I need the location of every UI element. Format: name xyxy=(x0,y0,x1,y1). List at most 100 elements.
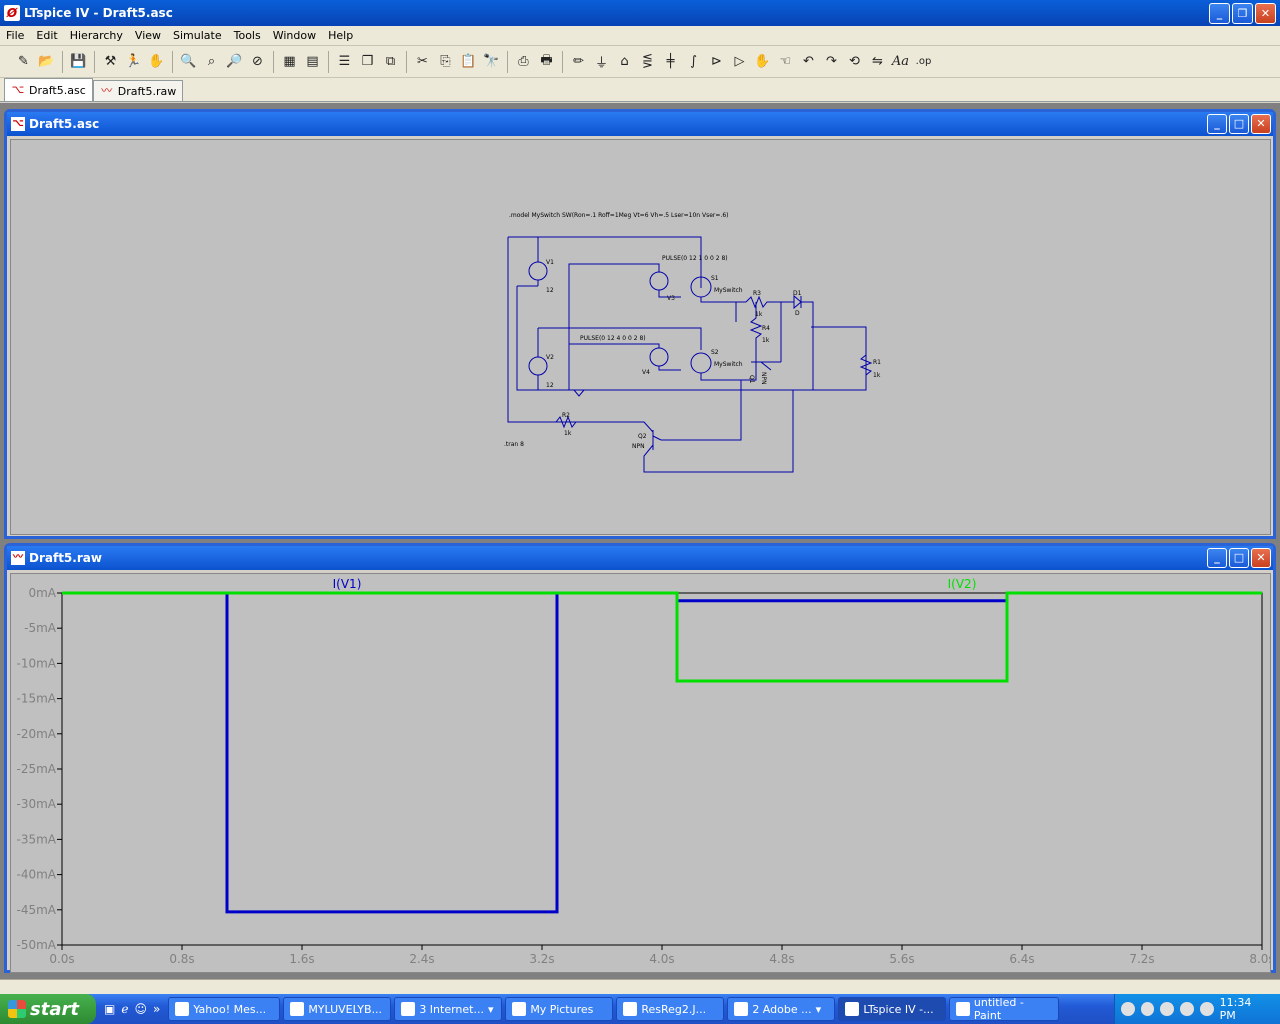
schematic-window: ⌥ Draft5.asc _ □ ✕ .model MySwitch SW(Ro… xyxy=(4,109,1276,539)
mail-icon[interactable] xyxy=(1180,1002,1194,1016)
start-button[interactable]: start xyxy=(0,994,96,1024)
run-icon[interactable]: 🏃 xyxy=(122,50,145,73)
menu-simulate[interactable]: Simulate xyxy=(167,29,228,42)
menu-file[interactable]: File xyxy=(0,29,30,42)
copy-icon[interactable]: ⎘ xyxy=(434,50,457,73)
menu-window[interactable]: Window xyxy=(267,29,322,42)
mirror-icon[interactable]: ⇋ xyxy=(866,50,889,73)
zoom-pan-icon[interactable]: ⌕ xyxy=(200,50,223,73)
zoom-cancel-icon[interactable]: ⊘ xyxy=(246,50,269,73)
task-button[interactable]: Yahoo! Mes... xyxy=(168,997,281,1021)
capacitor-icon[interactable]: ╪ xyxy=(659,50,682,73)
waveform-maximize-button[interactable]: □ xyxy=(1229,548,1249,568)
y-tick-label: -40mA xyxy=(17,868,57,882)
rotate-icon[interactable]: ⟲ xyxy=(843,50,866,73)
y-tick-label: -50mA xyxy=(17,938,57,952)
zoom-out-icon[interactable]: 🔎 xyxy=(223,50,246,73)
y-tick-label: 0mA xyxy=(28,586,56,600)
inductor-icon[interactable]: ∫ xyxy=(682,50,705,73)
pulse1-label: PULSE(0 12 1 0 0 2 8) xyxy=(662,255,728,262)
desktop-icon[interactable]: ▣ xyxy=(104,1002,115,1016)
print-setup-icon[interactable]: ⎙ xyxy=(512,50,535,73)
tran-directive[interactable]: .tran 8 xyxy=(504,441,524,448)
waveform-plot-area[interactable]: 0mA -5mA -10mA -15mA -20mA -25mA -30mA -35mA -40… xyxy=(10,573,1275,973)
waveform-icon: 〰 xyxy=(11,551,25,565)
save-icon[interactable]: 💾 xyxy=(67,50,90,73)
new-schematic-icon[interactable]: ✎ xyxy=(12,50,35,73)
zoom-in-icon[interactable]: 🔍 xyxy=(177,50,200,73)
diode-icon[interactable]: ⊳ xyxy=(705,50,728,73)
schematic-close-button[interactable]: ✕ xyxy=(1251,114,1271,134)
task-button[interactable]: 2 Adobe ... ▾ xyxy=(727,997,836,1021)
y-tick-label: -20mA xyxy=(17,727,57,741)
tab-draft5-asc[interactable]: ⌥ Draft5.asc xyxy=(4,78,93,101)
control-panel-icon[interactable]: ⚒ xyxy=(99,50,122,73)
ie-icon[interactable]: ℯ xyxy=(121,1002,128,1016)
halt-icon[interactable]: ✋ xyxy=(145,50,168,73)
minimize-button[interactable]: _ xyxy=(1209,3,1230,24)
back-arrow-icon[interactable] xyxy=(1160,1002,1175,1016)
ltspice-icon xyxy=(845,1002,860,1016)
label-icon[interactable]: ⌂ xyxy=(613,50,636,73)
print-icon[interactable]: 🖶 xyxy=(535,50,558,73)
spice-directive-icon[interactable]: .op xyxy=(912,50,935,73)
task-button[interactable]: 3 Internet... ▾ xyxy=(394,997,503,1021)
text-icon[interactable]: Aa xyxy=(889,50,912,73)
model-directive[interactable]: .model MySwitch SW(Ron=.1 Roff=1Meg Vt=6… xyxy=(509,212,728,219)
d1-label: D1 xyxy=(793,290,802,297)
redo-icon[interactable]: ↷ xyxy=(820,50,843,73)
delete-trace-icon[interactable]: ▤ xyxy=(301,50,324,73)
help-icon[interactable] xyxy=(1121,1002,1135,1016)
move-icon[interactable]: ✋ xyxy=(751,50,774,73)
r2-label: R2 xyxy=(562,412,570,419)
restore-button[interactable]: ❐ xyxy=(1232,3,1253,24)
menu-tools[interactable]: Tools xyxy=(228,29,267,42)
task-button[interactable]: untitled - Paint xyxy=(949,996,1060,1022)
v3-label: V3 xyxy=(667,295,675,302)
find-icon[interactable]: 🔭 xyxy=(480,50,503,73)
x-tick-label: 1.6s xyxy=(289,952,314,966)
close-all-icon[interactable]: ⧉ xyxy=(379,50,402,73)
open-icon[interactable]: 📂 xyxy=(35,50,58,73)
component-icon[interactable]: ▷ xyxy=(728,50,751,73)
tile-horizontal-icon[interactable]: ☰ xyxy=(333,50,356,73)
y-tick-label: -15mA xyxy=(17,692,57,706)
network-icon[interactable] xyxy=(1140,1002,1155,1016)
trace-iv2 xyxy=(62,591,1262,683)
menu-hierarchy[interactable]: Hierarchy xyxy=(64,29,129,42)
legend-iv2: I(V2) xyxy=(948,577,977,591)
task-button[interactable]: ResReg2.J... xyxy=(616,997,725,1021)
legend-iv1: I(V1) xyxy=(333,577,362,591)
task-button[interactable]: LTspice IV -... xyxy=(838,997,947,1021)
menu-view[interactable]: View xyxy=(129,29,167,42)
task-button[interactable]: MYLUVELYB... xyxy=(283,997,392,1021)
security-icon[interactable] xyxy=(1199,1002,1214,1016)
schematic-maximize-button[interactable]: □ xyxy=(1229,114,1249,134)
autorange-icon[interactable]: ▦ xyxy=(278,50,301,73)
schematic-canvas[interactable]: .model MySwitch SW(Ron=.1 Roff=1Meg Vt=6… xyxy=(10,139,1271,535)
cascade-icon[interactable]: ❒ xyxy=(356,50,379,73)
undo-icon[interactable]: ↶ xyxy=(797,50,820,73)
status-bar xyxy=(0,979,1280,994)
task-button[interactable]: My Pictures xyxy=(505,997,614,1021)
menu-edit[interactable]: Edit xyxy=(30,29,63,42)
plot-frame xyxy=(61,592,1263,946)
x-tick-label: 6.4s xyxy=(1009,952,1034,966)
quick-launch-expand[interactable]: » xyxy=(153,1002,160,1016)
schematic-minimize-button[interactable]: _ xyxy=(1207,114,1227,134)
ground-icon[interactable]: ⏚ xyxy=(590,50,613,73)
paste-icon[interactable]: 📋 xyxy=(457,50,480,73)
wire-icon[interactable]: ✏ xyxy=(567,50,590,73)
task-buttons: Yahoo! Mes... MYLUVELYB... 3 Internet...… xyxy=(168,996,1060,1022)
messenger-icon[interactable]: ☺ xyxy=(134,1002,147,1016)
tab-draft5-raw[interactable]: 〰 Draft5.raw xyxy=(92,80,184,101)
schematic-icon: ⌥ xyxy=(11,117,25,131)
waveform-close-button[interactable]: ✕ xyxy=(1251,548,1271,568)
resistor-icon[interactable]: ⋚ xyxy=(636,50,659,73)
cut-icon[interactable]: ✂ xyxy=(411,50,434,73)
menu-help[interactable]: Help xyxy=(322,29,359,42)
drag-icon[interactable]: ☜ xyxy=(774,50,797,73)
waveform-minimize-button[interactable]: _ xyxy=(1207,548,1227,568)
r4-label: R4 xyxy=(762,325,770,332)
close-button[interactable]: ✕ xyxy=(1255,3,1276,24)
